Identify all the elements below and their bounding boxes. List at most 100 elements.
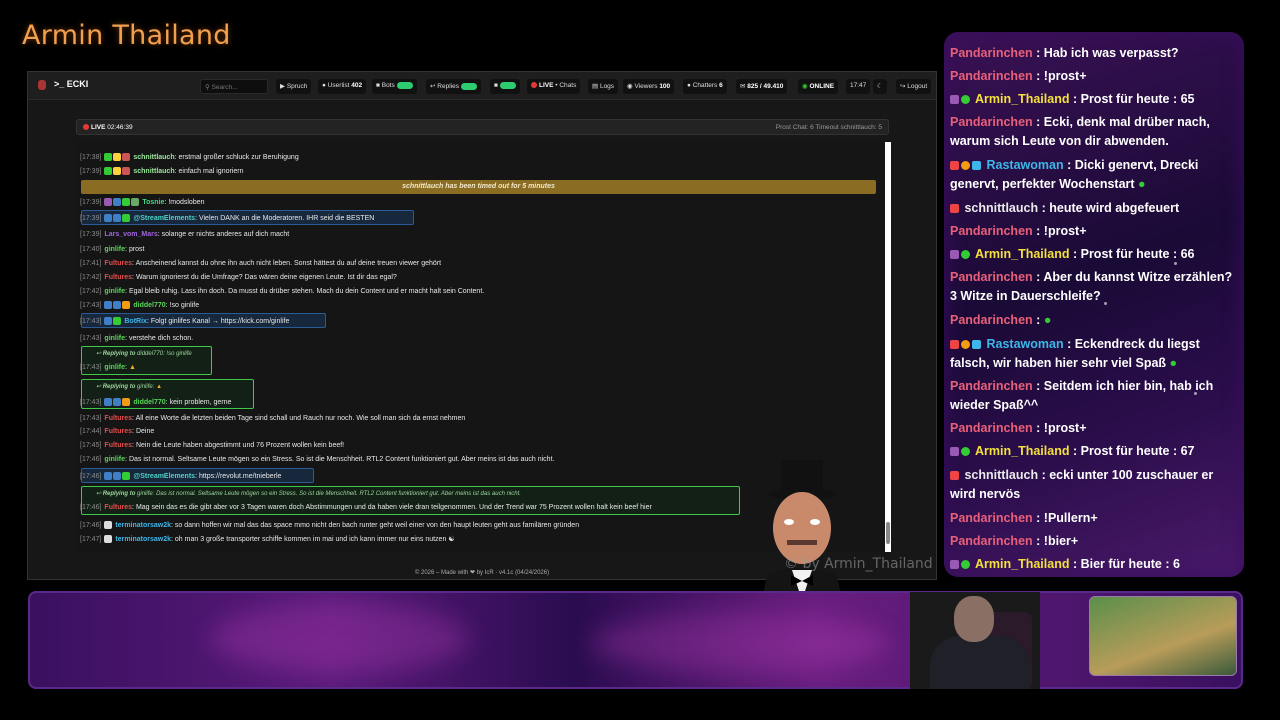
username[interactable]: terminatorsaw2k (115, 536, 171, 543)
message-text: verstehe dich schon. (128, 335, 194, 342)
username[interactable]: diddel770 (133, 302, 165, 309)
badge-icon (104, 398, 113, 406)
replies-toggle[interactable]: ↩ Replies (426, 79, 481, 94)
badge-icon (104, 198, 113, 206)
search-input[interactable]: ⚲ Search... (200, 79, 268, 94)
overlay-username: Pandarinchen (950, 224, 1033, 238)
badge-icon (122, 301, 131, 309)
timestamp: [17:46] (80, 472, 102, 480)
timestamp: [17:43] (80, 301, 102, 309)
username[interactable]: ginlife (104, 288, 125, 295)
timestamp: [17:39] (80, 231, 102, 238)
username[interactable]: schnittlauch (133, 154, 174, 161)
username[interactable]: Fultures (104, 274, 132, 281)
overlay-text: : Prost für heute : 66 (1072, 247, 1195, 261)
badge-icon (122, 198, 131, 206)
badge-icon (961, 250, 970, 260)
timestamp: [17:39] (80, 214, 102, 222)
timestamp: [17:43] (80, 415, 102, 422)
username[interactable]: Lars_vom_Mars (104, 231, 157, 238)
message-text[interactable]: https://revolut.me/tnieberle (199, 473, 282, 480)
username[interactable]: Fultures (104, 428, 132, 435)
chat-line: [17:38] schnittlauch: erstmal großer sch… (80, 153, 299, 161)
badge-icon (104, 167, 113, 175)
username[interactable]: Fultures (104, 504, 132, 511)
overlay-username: Pandarinchen (950, 379, 1033, 393)
reply-target: ginlife: (137, 491, 155, 497)
bots-toggle[interactable]: ■ Bots (372, 79, 417, 94)
username[interactable]: BotRix (124, 318, 147, 325)
overlay-username: Pandarinchen (950, 313, 1033, 327)
logout-button[interactable]: ↪ Logout (896, 79, 932, 94)
message-text: !so ginlife (169, 301, 200, 309)
message-text: prost (128, 246, 145, 253)
reply-target: ginlife: (137, 384, 155, 390)
badge-icon (113, 198, 122, 206)
chat-line: [17:39] @StreamElements: Vielen DANK an … (80, 214, 375, 222)
overlay-message: Pandarinchen : !bier+ (950, 532, 1242, 551)
overlay-text: : !bier+ (1036, 534, 1079, 548)
badge-icon (104, 301, 113, 309)
username[interactable]: Fultures (104, 260, 132, 267)
overlay-message: Armin_Thailand : Prost für heute : 66 (950, 245, 1242, 264)
badge-icon (972, 161, 981, 171)
username[interactable]: terminatorsaw2k (115, 522, 171, 529)
username[interactable]: ginlife (104, 456, 125, 463)
message-text: Mag sein das es die gibt aber vor 3 Tage… (135, 504, 652, 511)
chat-line: [17:39] Tosnie: !modsloben (80, 198, 205, 206)
chat-line: [17:43] Fultures: All eine Worte die letz… (80, 415, 466, 422)
overlay-message: Pandarinchen : !Pullern+ (950, 509, 1242, 528)
spruch-label: Spruch (286, 83, 308, 90)
message-text: Nein die Leute haben abgestimmt und 76 P… (135, 442, 345, 449)
chatters-label: Chatters (692, 82, 718, 89)
chat-scrollbar[interactable] (885, 142, 891, 552)
badge-icon (961, 340, 970, 350)
username[interactable]: @StreamElements (133, 215, 195, 222)
spruch-button[interactable]: ▶ Spruch (276, 79, 312, 94)
username[interactable]: Fultures (104, 415, 132, 422)
scrollbar-thumb[interactable] (886, 522, 890, 544)
mod-toggle[interactable]: ■ (490, 79, 520, 94)
username[interactable]: schnittlauch (133, 168, 174, 175)
logs-button[interactable]: ▤ Logs (588, 79, 619, 94)
timestamp: [17:46] (80, 456, 102, 463)
chat-line: [17:43] ginlife: ▲ (80, 364, 136, 371)
overlay-username: Pandarinchen (950, 115, 1033, 129)
chat-line: [17:43] diddel770: !so ginlife (80, 301, 200, 309)
message-text: einfach mal ignoriern (178, 167, 244, 175)
replies-switch[interactable] (460, 82, 477, 90)
username[interactable]: @StreamElements (133, 473, 195, 480)
reply-quote: !so ginlife (166, 351, 192, 357)
message-text: so dann hoffen wir mal das das space mmo… (174, 521, 580, 529)
overlay-message: Pandarinchen : Ecki, denk mal drüber nac… (950, 113, 1242, 151)
timestamp: [17:39] (80, 167, 102, 175)
chat-line: [17:42] ginlife: Egal bleib ruhig. Lass i… (80, 288, 485, 295)
status-badge: ◉ ONLINE (798, 79, 839, 94)
username[interactable]: ginlife (104, 335, 125, 342)
message-text: erstmal großer schluck zur Beruhigung (178, 153, 299, 161)
timestamp: [17:43] (80, 335, 102, 342)
mod-switch[interactable] (499, 82, 516, 89)
reply-target: diddel770: (137, 351, 165, 357)
chat-line: [17:39] Lars_vom_Mars: solange er nichts … (80, 231, 290, 238)
chat-line: [17:46] Fultures: Mag sein das es die gib… (80, 504, 652, 511)
overlay-message: Pandarinchen : ● (950, 311, 1242, 330)
badge-icon (961, 95, 970, 105)
timestamp: [17:42] (80, 288, 102, 295)
username[interactable]: Fultures (104, 442, 132, 449)
userlist-button[interactable]: ● Userlist 402 (318, 79, 367, 94)
message-text: oh man 3 große transporter schiffe komme… (174, 536, 447, 543)
username[interactable]: ginlife (104, 246, 125, 253)
badge-icon (961, 447, 970, 457)
bots-switch[interactable] (396, 82, 413, 89)
theme-toggle-icon[interactable]: ☾ (873, 79, 887, 94)
overlay-text: : Prost für heute : 67 (1072, 444, 1195, 458)
timestamp: [17:46] (80, 504, 102, 511)
message-text: All eine Worte die letzten beiden Tage s… (135, 415, 466, 422)
username[interactable]: Tosnie (142, 199, 164, 206)
username[interactable]: ginlife (104, 364, 125, 371)
live-chats-button[interactable]: LIVE • Chats (527, 79, 581, 94)
overlay-message: Pandarinchen : Aber du kannst Witze erzä… (950, 268, 1242, 306)
clock: 17:47 (846, 79, 871, 94)
username[interactable]: diddel770 (133, 399, 165, 406)
